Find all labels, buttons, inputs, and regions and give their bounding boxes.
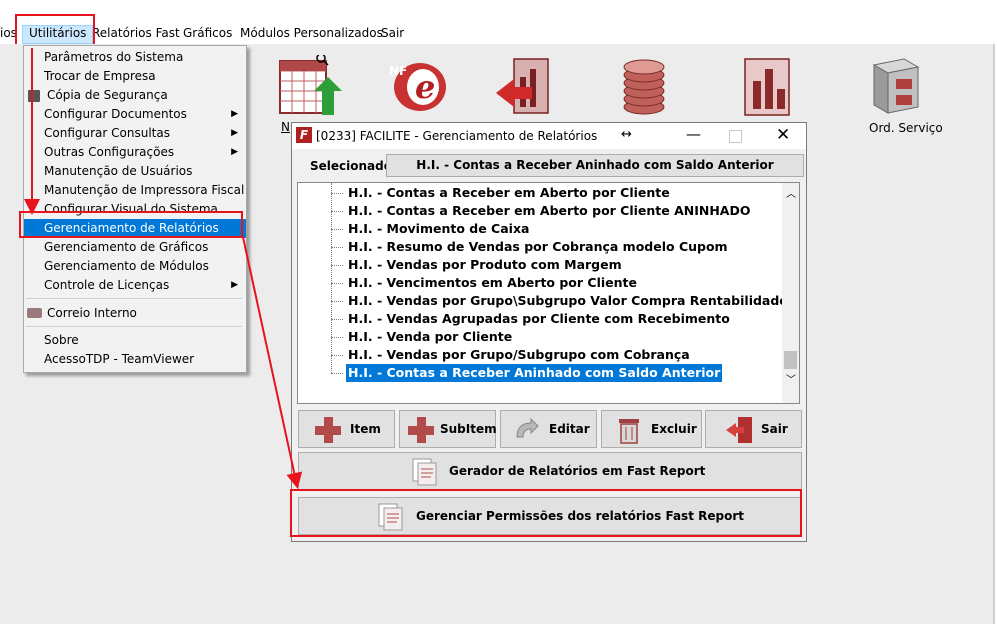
annotation-arrows [24,48,303,489]
arrow-diagonal [242,236,303,489]
